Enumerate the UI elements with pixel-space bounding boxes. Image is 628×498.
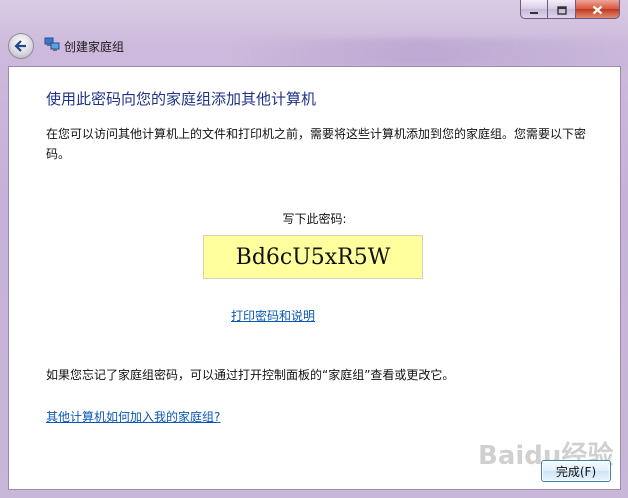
password-box: Bd6cU5xR5W [203, 235, 423, 279]
back-arrow-icon [14, 37, 28, 56]
how-to-join-link[interactable]: 其他计算机如何加入我的家庭组? [46, 408, 220, 425]
maximize-icon [556, 0, 567, 19]
back-button[interactable] [8, 33, 34, 59]
forgot-password-text: 如果您忘记了家庭组密码，可以通过打开控制面板的“家庭组”查看或更改它。 [46, 368, 455, 382]
minimize-icon [529, 0, 539, 19]
navigation-bar: 创建家庭组 [8, 32, 124, 60]
intro-text: 在您可以访问其他计算机上的文件和打印机之前，需要将这些计算机添加到您的家庭组。您… [46, 127, 587, 161]
wizard-content: 使用此密码向您的家庭组添加其他计算机 在您可以访问其他计算机上的文件和打印机之前… [8, 66, 621, 490]
background-blur [230, 38, 628, 66]
finish-button[interactable]: 完成(F) [541, 460, 611, 482]
page-title: 使用此密码向您的家庭组添加其他计算机 [46, 90, 317, 108]
minimize-button[interactable] [520, 0, 548, 19]
close-button[interactable] [576, 0, 620, 19]
password-value: Bd6cU5xR5W [235, 244, 391, 270]
maximize-button[interactable] [548, 0, 576, 19]
print-password-link[interactable]: 打印密码和说明 [231, 307, 315, 324]
close-icon [592, 0, 603, 19]
homegroup-icon [44, 36, 60, 56]
caption-buttons [520, 0, 620, 22]
window-title: 创建家庭组 [64, 39, 125, 54]
password-label: 写下此密码: [282, 212, 347, 226]
